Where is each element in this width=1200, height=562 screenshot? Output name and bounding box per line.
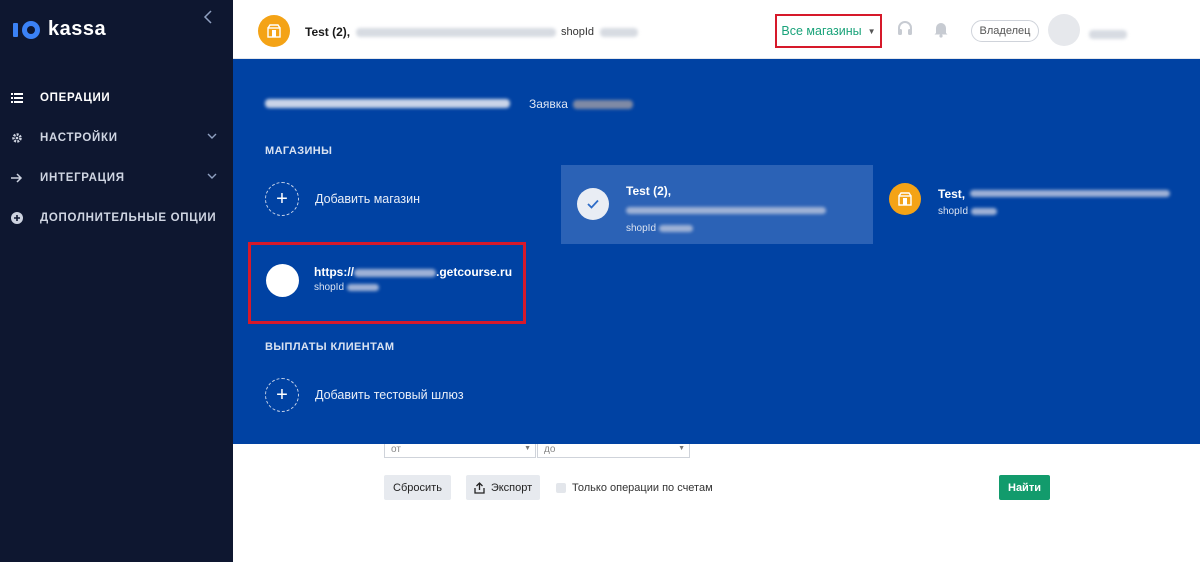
redacted-text	[1089, 30, 1127, 40]
redacted-text	[969, 190, 1170, 198]
request-info: Заявка	[529, 97, 634, 111]
sidebar: kassa ОПЕРАЦИИ НАСТРОЙКИ ИНТЕГРАЦИЯ ДОПО…	[0, 0, 233, 562]
store-title: Test,	[938, 187, 966, 201]
current-shop-name: Test (2),	[305, 25, 557, 39]
top-header: Test (2), shopId Все магазины ▼ Владелец	[233, 0, 1200, 59]
role-label: Владелец	[979, 25, 1031, 37]
sidebar-item-extra-options[interactable]: ДОПОЛНИТЕЛЬНЫЕ ОПЦИИ	[0, 198, 233, 238]
date-to-input[interactable]: до ▼	[537, 444, 690, 458]
user-avatar[interactable]	[1048, 14, 1080, 46]
logo[interactable]: kassa	[12, 18, 106, 41]
store-avatar	[266, 264, 299, 297]
sidebar-item-label: НАСТРОЙКИ	[40, 132, 118, 144]
shopid-label: shopId	[561, 26, 595, 38]
invoice-only-label: Только операции по счетам	[572, 482, 713, 494]
logo-text: kassa	[48, 18, 107, 40]
redacted-text	[354, 268, 436, 277]
shop-avatar[interactable]	[258, 15, 290, 47]
collapse-sidebar-icon[interactable]	[203, 10, 217, 26]
user-name[interactable]	[1089, 26, 1127, 44]
store-shopid: shopId	[938, 206, 1170, 217]
calendar-arrow-icon: ▼	[524, 445, 531, 452]
shops-dropdown-panel: Заявка МАГАЗИНЫ + Добавить магазин Test …	[233, 59, 1200, 444]
plus-icon: +	[265, 378, 299, 412]
redacted-text	[600, 27, 639, 37]
all-shops-dropdown[interactable]: Все магазины ▼	[775, 14, 882, 48]
sidebar-item-integration[interactable]: ИНТЕГРАЦИЯ	[0, 158, 233, 198]
date-to-placeholder: до	[544, 444, 556, 455]
redacted-text	[265, 99, 510, 109]
store-url-prefix: https://	[314, 265, 354, 279]
store-url-suffix: .getcourse.ru	[436, 265, 513, 279]
shopid-label: shopId	[626, 223, 657, 234]
gear-icon	[10, 131, 24, 145]
sidebar-item-label: ОПЕРАЦИИ	[40, 92, 111, 104]
plus-icon: +	[265, 182, 299, 216]
add-test-gateway-button[interactable]: + Добавить тестовый шлюз	[265, 378, 464, 412]
sidebar-nav: ОПЕРАЦИИ НАСТРОЙКИ ИНТЕГРАЦИЯ ДОПОЛНИТЕЛ…	[0, 78, 233, 238]
redacted-text	[658, 224, 693, 232]
shop-avatar	[889, 183, 921, 215]
date-from-placeholder: от	[391, 444, 401, 455]
bell-icon[interactable]	[932, 20, 950, 38]
shopid-label: shopId	[314, 282, 345, 293]
reset-button[interactable]: Сбросить	[384, 475, 451, 500]
sidebar-item-operations[interactable]: ОПЕРАЦИИ	[0, 78, 233, 118]
sidebar-item-settings[interactable]: НАСТРОЙКИ	[0, 118, 233, 158]
add-shop-label: Добавить магазин	[315, 192, 420, 206]
chevron-down-icon[interactable]	[207, 131, 217, 141]
support-headset-icon[interactable]	[896, 20, 914, 38]
store-icon	[898, 192, 912, 206]
checkbox-box[interactable]	[556, 483, 566, 493]
all-shops-label: Все магазины	[781, 24, 862, 38]
store-title: Test (2),	[626, 184, 672, 198]
arrow-right-icon	[10, 171, 24, 185]
request-label: Заявка	[529, 97, 568, 111]
filters-area: от ▼ до ▼ Сбросить Экспорт Только операц…	[233, 444, 1200, 562]
date-from-input[interactable]: от ▼	[384, 444, 536, 458]
redacted-text	[573, 100, 634, 110]
add-shop-button[interactable]: + Добавить магазин	[265, 182, 420, 216]
store-card[interactable]: Test, shopId	[887, 181, 1187, 217]
plus-circle-icon	[10, 211, 24, 225]
checkmark-icon	[577, 188, 609, 220]
store-url: https:// .getcourse.ru	[314, 265, 512, 279]
store-icon	[267, 24, 281, 38]
chevron-down-icon[interactable]	[207, 171, 217, 181]
export-button[interactable]: Экспорт	[466, 475, 540, 500]
shopid-label: shopId	[938, 206, 969, 217]
redacted-text	[346, 283, 379, 291]
caret-down-icon: ▼	[867, 26, 876, 36]
find-label: Найти	[1008, 481, 1041, 494]
header-shopid: shopId	[561, 26, 639, 38]
export-icon	[474, 481, 485, 494]
invoice-only-checkbox[interactable]: Только операции по счетам	[556, 482, 713, 494]
reset-label: Сбросить	[393, 481, 442, 494]
find-button[interactable]: Найти	[999, 475, 1050, 500]
shops-section-title: МАГАЗИНЫ	[265, 145, 333, 157]
store-shopid: shopId	[314, 282, 512, 293]
redacted-text	[970, 207, 997, 215]
yoomoney-logo-icon	[13, 20, 40, 39]
store-card-highlighted[interactable]: https:// .getcourse.ru shopId	[248, 242, 526, 324]
redacted-text	[356, 28, 557, 38]
add-gateway-label: Добавить тестовый шлюз	[315, 388, 464, 402]
sidebar-item-label: ИНТЕГРАЦИЯ	[40, 172, 125, 184]
store-card-selected[interactable]: Test (2), shopId	[561, 165, 873, 244]
shop-name-text: Test (2),	[305, 25, 351, 39]
store-shopid: shopId	[626, 223, 826, 234]
list-icon	[10, 91, 24, 105]
export-label: Экспорт	[490, 481, 533, 494]
payouts-section-title: ВЫПЛАТЫ КЛИЕНТАМ	[265, 341, 395, 353]
store-description	[626, 202, 826, 220]
redacted-text	[626, 207, 826, 215]
sidebar-item-label: ДОПОЛНИТЕЛЬНЫЕ ОПЦИИ	[40, 212, 217, 224]
account-holder-name	[265, 95, 510, 110]
role-badge: Владелец	[971, 20, 1039, 42]
calendar-arrow-icon: ▼	[678, 445, 685, 452]
